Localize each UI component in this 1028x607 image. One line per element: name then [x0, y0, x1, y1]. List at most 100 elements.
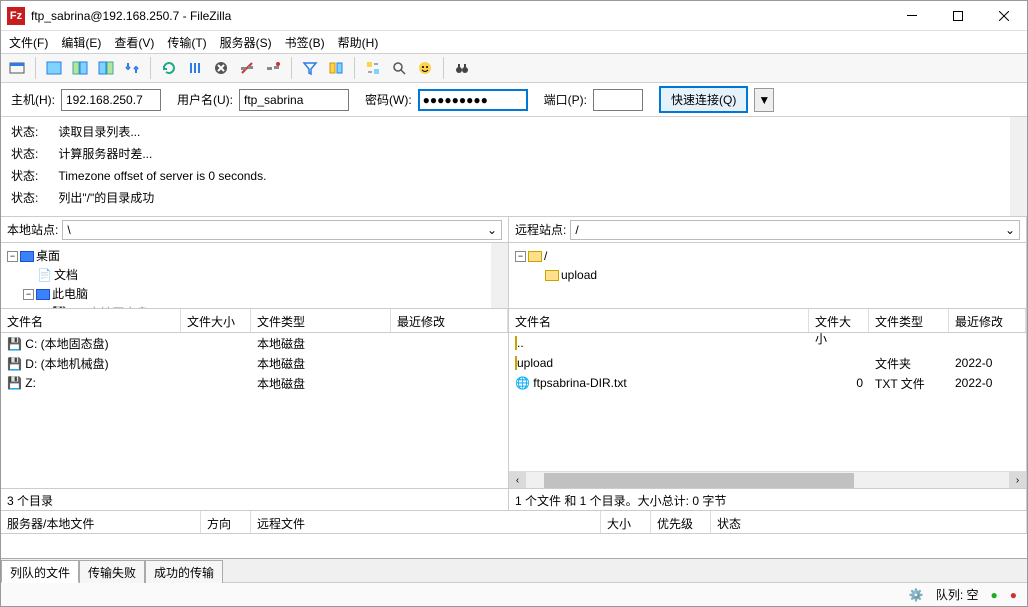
username-input[interactable]	[239, 89, 349, 111]
local-list-body[interactable]: 💾 C: (本地固态盘)本地磁盘 💾 D: (本地机械盘)本地磁盘 💾 Z:本地…	[1, 333, 508, 488]
host-input[interactable]	[61, 89, 161, 111]
quickconnect-dropdown[interactable]: ▼	[754, 88, 774, 112]
col-modified[interactable]: 最近修改	[949, 309, 1026, 332]
drive-icon: 💾	[7, 376, 22, 390]
close-button[interactable]	[981, 1, 1027, 31]
toggle-log-icon[interactable]	[42, 56, 66, 80]
smiley-icon[interactable]	[413, 56, 437, 80]
col-direction[interactable]: 方向	[201, 511, 251, 533]
quickconnect-button[interactable]: 快速连接(Q)	[659, 86, 748, 113]
tree-item-thispc[interactable]: 此电脑	[52, 285, 88, 304]
local-status: 3 个目录	[1, 488, 508, 510]
remote-site-combo[interactable]: /⌄	[570, 220, 1020, 240]
search-icon[interactable]	[387, 56, 411, 80]
port-label: 端口(P):	[544, 91, 587, 108]
tree-item-documents[interactable]: 文档	[54, 266, 78, 285]
minimize-button[interactable]	[889, 1, 935, 31]
remote-list-header[interactable]: 文件名 文件大小 文件类型 最近修改	[509, 309, 1026, 333]
local-site-row: 本地站点: \⌄	[1, 217, 508, 243]
collapse-icon[interactable]: −	[515, 251, 526, 262]
list-item: 💾 Z:本地磁盘	[1, 373, 508, 393]
tree-scrollbar[interactable]	[491, 243, 508, 308]
log-line: Timezone offset of server is 0 seconds.	[58, 165, 266, 187]
col-type[interactable]: 文件类型	[251, 309, 391, 332]
reconnect-icon[interactable]	[261, 56, 285, 80]
local-site-combo[interactable]: \⌄	[62, 220, 502, 240]
remote-file-list: 文件名 文件大小 文件类型 最近修改 .. upload文件夹2022-0 🌐 …	[509, 309, 1026, 510]
tab-success[interactable]: 成功的传输	[145, 560, 223, 583]
drive-icon: 💾	[7, 357, 22, 371]
local-tree[interactable]: −桌面 📄文档 −此电脑 +💾C: (本地固态盘)	[1, 243, 508, 309]
filter-icon[interactable]	[298, 56, 322, 80]
message-log[interactable]: 状态:读取目录列表... 状态:计算服务器时差... 状态:Timezone o…	[1, 117, 1027, 217]
chevron-down-icon: ⌄	[487, 223, 497, 237]
toggle-remote-tree-icon[interactable]	[94, 56, 118, 80]
expand-icon[interactable]: +	[39, 308, 50, 309]
menu-view[interactable]: 查看(V)	[108, 32, 160, 53]
separator	[354, 57, 355, 79]
col-name[interactable]: 文件名	[509, 309, 809, 332]
col-name[interactable]: 文件名	[1, 309, 181, 332]
drive-icon: 💾	[52, 304, 67, 309]
disconnect-icon[interactable]	[235, 56, 259, 80]
site-manager-icon[interactable]	[5, 56, 29, 80]
port-input[interactable]	[593, 89, 643, 111]
remote-tree[interactable]: − / upload	[509, 243, 1026, 309]
col-type[interactable]: 文件类型	[869, 309, 949, 332]
collapse-icon[interactable]: −	[23, 289, 34, 300]
refresh-icon[interactable]	[157, 56, 181, 80]
menu-server[interactable]: 服务器(S)	[214, 32, 278, 53]
col-modified[interactable]: 最近修改	[391, 309, 508, 332]
separator	[291, 57, 292, 79]
log-scrollbar[interactable]	[1010, 117, 1027, 216]
maximize-button[interactable]	[935, 1, 981, 31]
cancel-icon[interactable]	[209, 56, 233, 80]
remote-hscrollbar[interactable]: ‹›	[509, 471, 1026, 488]
computer-icon	[36, 289, 50, 300]
local-list-header[interactable]: 文件名 文件大小 文件类型 最近修改	[1, 309, 508, 333]
queue-body[interactable]	[1, 534, 1027, 558]
tree-item-cdrive[interactable]: C: (本地固态盘)	[69, 304, 152, 309]
process-queue-icon[interactable]	[183, 56, 207, 80]
file-icon: 🌐	[515, 376, 530, 390]
col-server[interactable]: 服务器/本地文件	[1, 511, 201, 533]
col-size[interactable]: 大小	[601, 511, 651, 533]
tab-failed[interactable]: 传输失败	[79, 560, 145, 583]
menu-transfer[interactable]: 传输(T)	[161, 32, 212, 53]
log-line: 读取目录列表...	[58, 121, 140, 143]
username-label: 用户名(U):	[177, 91, 233, 108]
col-status[interactable]: 状态	[711, 511, 1027, 533]
menu-bookmarks[interactable]: 书签(B)	[279, 32, 331, 53]
tree-item-desktop[interactable]: 桌面	[36, 247, 60, 266]
tree-item-root[interactable]: /	[544, 247, 547, 266]
tree-item-upload[interactable]: upload	[561, 266, 597, 285]
compare-icon[interactable]	[324, 56, 348, 80]
password-input[interactable]	[418, 89, 528, 111]
toggle-local-tree-icon[interactable]	[68, 56, 92, 80]
tab-queued[interactable]: 列队的文件	[1, 560, 79, 583]
password-label: 密码(W):	[365, 91, 412, 108]
menu-help[interactable]: 帮助(H)	[332, 32, 385, 53]
list-item: upload文件夹2022-0	[509, 353, 1026, 373]
col-size[interactable]: 文件大小	[181, 309, 251, 332]
binoculars-icon[interactable]	[450, 56, 474, 80]
col-remote[interactable]: 远程文件	[251, 511, 601, 533]
folder-icon	[545, 270, 559, 281]
log-label: 状态:	[11, 187, 38, 209]
app-icon: Fz	[7, 7, 25, 25]
list-item: 🌐 ftpsabrina-DIR.txt0TXT 文件2022-0	[509, 373, 1026, 393]
menu-edit[interactable]: 编辑(E)	[55, 32, 107, 53]
collapse-icon[interactable]: −	[7, 251, 18, 262]
col-size[interactable]: 文件大小	[809, 309, 869, 332]
queue-header[interactable]: 服务器/本地文件 方向 远程文件 大小 优先级 状态	[1, 510, 1027, 534]
remote-site-row: 远程站点: /⌄	[509, 217, 1026, 243]
status-dot: ●	[991, 588, 998, 602]
log-label: 状态:	[11, 121, 38, 143]
col-priority[interactable]: 优先级	[651, 511, 711, 533]
split-panes: 本地站点: \⌄ −桌面 📄文档 −此电脑 +💾C: (本地固态盘) 文件名 文…	[1, 217, 1027, 510]
remote-status: 1 个文件 和 1 个目录。大小总计: 0 字节	[509, 488, 1026, 510]
menu-file[interactable]: 文件(F)	[3, 32, 54, 53]
sync-icon[interactable]	[361, 56, 385, 80]
remote-list-body[interactable]: .. upload文件夹2022-0 🌐 ftpsabrina-DIR.txt0…	[509, 333, 1026, 471]
toggle-queue-icon[interactable]	[120, 56, 144, 80]
